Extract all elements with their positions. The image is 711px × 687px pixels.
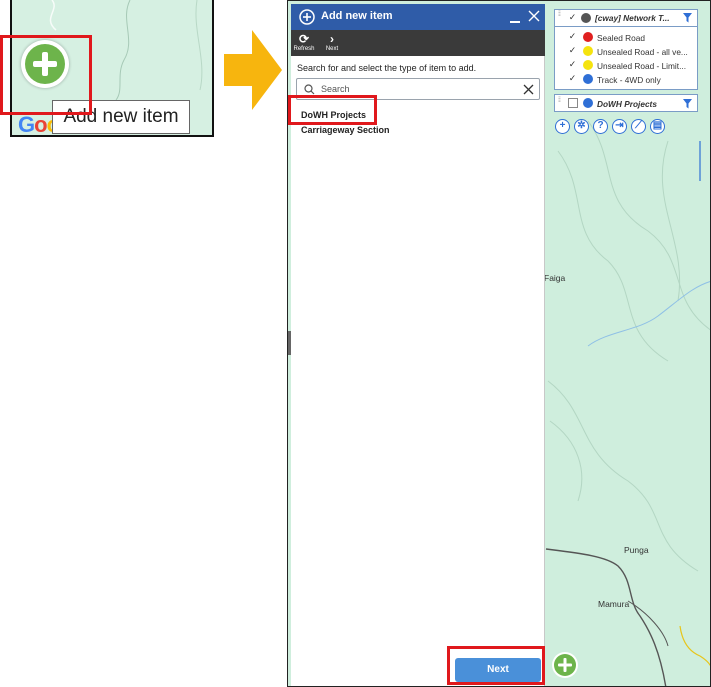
- layer-checkbox-unsealed-all[interactable]: ✓: [568, 46, 577, 55]
- map-label-mamura: Mamura: [598, 599, 630, 609]
- sign-in-icon[interactable]: ⇥: [612, 119, 627, 134]
- layer-color-dot-unsealed-limited: [583, 60, 593, 70]
- settings-icon[interactable]: ✲: [574, 119, 589, 134]
- panel-toolbar: ⟳ Refresh › Next: [291, 30, 545, 56]
- map-label-punga: Punga: [624, 545, 649, 555]
- layer-label-unsealed-limited: Unsealed Road - Limit...: [597, 61, 687, 71]
- close-icon[interactable]: [528, 10, 540, 22]
- filter-icon[interactable]: [683, 99, 692, 109]
- search-icon: [304, 84, 315, 95]
- layer-checkbox-track[interactable]: ✓: [568, 74, 577, 83]
- chevron-right-icon: ›: [330, 32, 334, 46]
- map-add-item-button[interactable]: [552, 652, 578, 678]
- layer-color-dot-track: [583, 74, 593, 84]
- clear-search-icon[interactable]: [523, 84, 534, 95]
- measure-icon[interactable]: ⟋: [631, 119, 646, 134]
- layer-label-sealed: Sealed Road: [597, 33, 645, 43]
- drag-handle-icon[interactable]: ⁞⁞: [558, 11, 562, 23]
- layer-label-unsealed-all: Unsealed Road - all ve...: [597, 47, 688, 57]
- print-icon[interactable]: ▤: [650, 119, 665, 134]
- filter-icon[interactable]: [683, 13, 692, 23]
- layer-group-network-type: ⁞⁞ ✓ [cway] Network T... ✓ Sealed Road ✓…: [554, 9, 698, 90]
- plus-circle-icon: [554, 654, 576, 676]
- layer-label-track: Track - 4WD only: [597, 75, 661, 85]
- layer-group-title: [cway] Network T...: [595, 13, 670, 23]
- panel-title: Add new item: [321, 10, 393, 22]
- item-type-carriageway-section[interactable]: Carriageway Section: [301, 125, 390, 135]
- minimize-icon[interactable]: [509, 12, 521, 24]
- panel-resize-handle[interactable]: [288, 331, 291, 355]
- layer-dowh-color-dot: [583, 98, 593, 108]
- layer-checkbox-sealed[interactable]: ✓: [568, 32, 577, 41]
- plus-circle-icon: [299, 9, 315, 25]
- help-icon[interactable]: ?: [593, 119, 608, 134]
- layer-color-dot-sealed: [583, 32, 593, 42]
- map-label-faiga: Faiga: [544, 273, 566, 283]
- refresh-button[interactable]: ⟳ Refresh: [292, 32, 316, 53]
- panel-instructions: Search for and select the type of item t…: [297, 63, 477, 73]
- add-icon[interactable]: +: [555, 119, 570, 134]
- app-screenshot: Faiga Punga Mamura ⁞⁞ ✓ [cway] Network T…: [287, 0, 711, 687]
- layer-group-header[interactable]: ⁞⁞ ✓ [cway] Network T...: [555, 10, 697, 27]
- dowh-projects-highlight-box: [288, 95, 377, 125]
- layer-dowh-title: DoWH Projects: [597, 99, 657, 109]
- layer-color-dot-unsealed-all: [583, 46, 593, 56]
- toolbar-next-label: Next: [325, 46, 339, 52]
- search-input[interactable]: [321, 82, 511, 96]
- layer-dowh-projects[interactable]: ⁞⁞ DoWH Projects: [554, 94, 698, 112]
- refresh-icon: ⟳: [298, 32, 310, 46]
- layer-dowh-checkbox[interactable]: [568, 98, 578, 108]
- layer-group-checkbox[interactable]: ✓: [568, 13, 577, 22]
- layer-checkbox-unsealed-limited[interactable]: ✓: [568, 60, 577, 69]
- toolbar-next-button[interactable]: › Next: [320, 32, 344, 53]
- drag-handle-icon[interactable]: ⁞⁞: [558, 97, 562, 109]
- panel-header: Add new item: [291, 4, 545, 30]
- arrow-right-icon: [224, 30, 282, 110]
- refresh-label: Refresh: [293, 46, 315, 52]
- layer-group-color-dot: [581, 13, 591, 23]
- next-button-highlight-box: [447, 646, 545, 685]
- add-button-highlight-box: [0, 35, 92, 115]
